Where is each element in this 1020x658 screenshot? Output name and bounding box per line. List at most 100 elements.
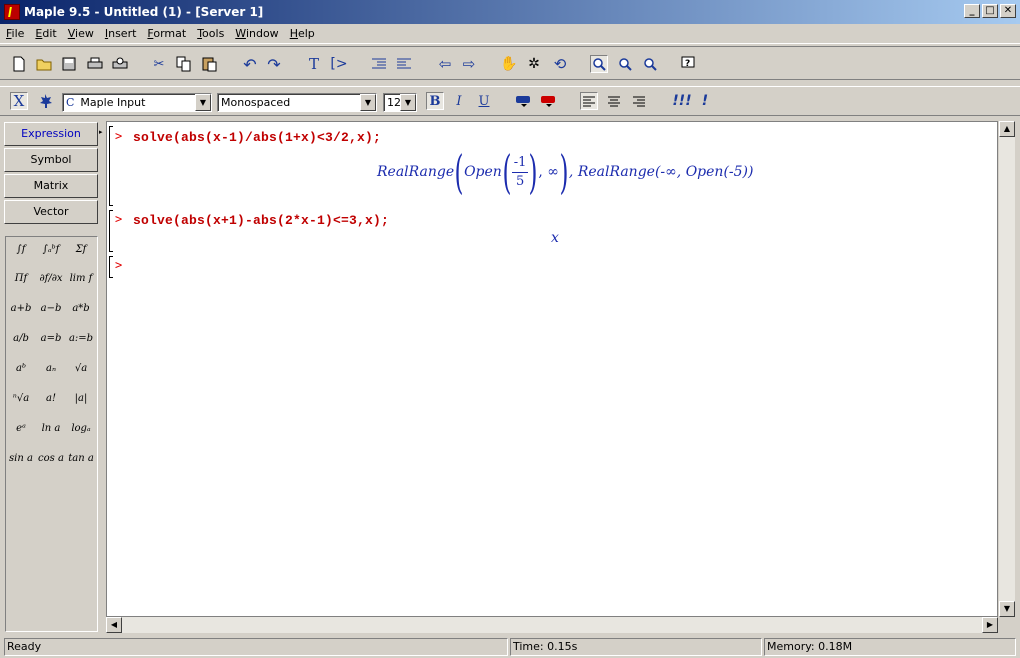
font-select[interactable]: Monospaced ▼ (217, 93, 377, 112)
scroll-up-icon[interactable]: ▲ (999, 121, 1015, 137)
execution-group-bracket[interactable] (109, 210, 113, 252)
menu-help[interactable]: Help (290, 27, 315, 40)
status-state: Ready (4, 638, 508, 656)
bold-button[interactable]: B (426, 92, 444, 110)
new-document-icon[interactable] (10, 55, 28, 73)
sqrt-symbol[interactable]: √a (67, 357, 95, 381)
context-help-icon[interactable]: ? (681, 55, 699, 73)
add-symbol[interactable]: a+b (7, 297, 35, 321)
chevron-down-icon[interactable]: ▼ (400, 94, 416, 111)
print-icon[interactable] (86, 55, 104, 73)
undo-icon[interactable]: ↶ (241, 55, 259, 74)
abs-symbol[interactable]: |a| (67, 387, 95, 411)
subscript-symbol[interactable]: aₙ (37, 357, 65, 381)
maple-leaf-icon[interactable] (36, 92, 54, 110)
worksheet[interactable]: > solve(abs(x-1)/abs(1+x)<3/2,x); RealRa… (106, 121, 998, 617)
maximize-button[interactable]: □ (982, 4, 998, 18)
panel-splitter[interactable]: ▸ (99, 122, 104, 632)
label-style-icon[interactable] (540, 92, 558, 110)
product-symbol[interactable]: Πf (7, 267, 35, 291)
redo-icon[interactable]: ↷ (265, 55, 283, 74)
outdent-icon[interactable] (395, 55, 413, 73)
close-button[interactable]: ✕ (1000, 4, 1016, 18)
factorial-symbol[interactable]: a! (37, 387, 65, 411)
power-symbol[interactable]: aᵇ (7, 357, 35, 381)
assign-symbol[interactable]: a:=b (67, 327, 95, 351)
menu-window[interactable]: Window (235, 27, 278, 40)
prompt[interactable]: > (115, 258, 122, 272)
limit-symbol[interactable]: lim f (67, 267, 95, 291)
arrow-right-icon[interactable]: ⇨ (460, 55, 478, 73)
scroll-right-icon[interactable]: ▶ (982, 617, 998, 633)
align-center-icon[interactable] (605, 92, 623, 110)
horizontal-scrollbar[interactable]: ◀ ▶ (106, 617, 998, 633)
hand-icon[interactable]: ✋ (500, 55, 518, 73)
definite-integral-symbol[interactable]: ∫ₐᵇf (37, 238, 65, 262)
prompt: > (115, 212, 123, 226)
chevron-down-icon[interactable]: ▼ (195, 94, 211, 111)
tan-symbol[interactable]: tan a (67, 447, 95, 471)
math-mode-button[interactable]: X (10, 92, 28, 110)
bullet-style-icon[interactable] (515, 92, 533, 110)
font-value: Monospaced (221, 96, 291, 109)
insert-prompt-icon[interactable]: [> (330, 55, 348, 73)
align-right-icon[interactable] (630, 92, 648, 110)
cos-symbol[interactable]: cos a (37, 447, 65, 471)
cut-icon[interactable]: ✂ (150, 55, 168, 73)
integral-symbol[interactable]: ∫f (7, 238, 35, 262)
sin-symbol[interactable]: sin a (7, 447, 35, 471)
zoom-100-icon[interactable] (590, 55, 608, 73)
paste-icon[interactable] (201, 55, 219, 73)
exp-symbol[interactable]: eᵃ (7, 417, 35, 441)
vertical-scrollbar[interactable]: ▲ ▼ (998, 121, 1015, 617)
indent-icon[interactable] (370, 55, 388, 73)
arrow-left-icon[interactable]: ⇦ (436, 55, 454, 73)
status-memory: Memory: 0.18M (764, 638, 1016, 656)
output-infinity: , ∞ (538, 164, 559, 180)
minimize-button[interactable]: _ (964, 4, 980, 18)
menu-format[interactable]: Format (147, 27, 186, 40)
derivative-symbol[interactable]: ∂f/∂x (37, 267, 65, 291)
collapse-arrow-icon[interactable]: ▸ (99, 128, 103, 136)
menu-insert[interactable]: Insert (105, 27, 137, 40)
sum-symbol[interactable]: Σf (67, 238, 95, 262)
multiply-symbol[interactable]: a*b (67, 297, 95, 321)
italic-button[interactable]: I (450, 92, 468, 110)
execute-group-button[interactable]: ! (696, 92, 714, 110)
execute-worksheet-button[interactable]: !!! (670, 92, 694, 110)
palette-expression-button[interactable]: Expression (4, 122, 98, 146)
input-line-1[interactable]: solve(abs(x-1)/abs(1+x)<3/2,x); (133, 130, 381, 145)
ln-symbol[interactable]: ln a (37, 417, 65, 441)
restart-icon[interactable]: ⟲ (551, 55, 569, 73)
palette-vector-button[interactable]: Vector (4, 200, 98, 224)
execution-group-bracket[interactable] (109, 126, 113, 206)
zoom-150-icon[interactable] (616, 55, 634, 73)
underline-button[interactable]: U (475, 92, 493, 110)
execution-group-bracket[interactable] (109, 256, 113, 278)
size-select[interactable]: 12 ▼ (383, 93, 417, 112)
chevron-down-icon[interactable]: ▼ (360, 94, 376, 111)
scroll-left-icon[interactable]: ◀ (106, 617, 122, 633)
scroll-down-icon[interactable]: ▼ (999, 601, 1015, 617)
text-mode-icon[interactable]: T (305, 55, 323, 73)
open-folder-icon[interactable] (36, 55, 54, 73)
nth-root-symbol[interactable]: ⁿ√a (7, 387, 35, 411)
menu-view[interactable]: View (68, 27, 94, 40)
equals-symbol[interactable]: a=b (37, 327, 65, 351)
print-preview-icon[interactable] (111, 55, 129, 73)
style-select[interactable]: C Maple Input ▼ (62, 93, 212, 112)
copy-icon[interactable] (175, 55, 193, 73)
menu-file[interactable]: File (6, 27, 24, 40)
palette-symbol-button[interactable]: Symbol (4, 148, 98, 172)
align-left-icon[interactable] (580, 92, 598, 110)
input-line-2[interactable]: solve(abs(x+1)-abs(2*x-1)<=3,x); (133, 213, 389, 228)
log-symbol[interactable]: logₐ (67, 417, 95, 441)
divide-symbol[interactable]: a/b (7, 327, 35, 351)
palette-matrix-button[interactable]: Matrix (4, 174, 98, 198)
debug-icon[interactable]: ✲ (525, 55, 543, 73)
menu-tools[interactable]: Tools (197, 27, 224, 40)
save-icon[interactable] (60, 55, 78, 73)
menu-edit[interactable]: Edit (35, 27, 56, 40)
zoom-200-icon[interactable] (641, 55, 659, 73)
subtract-symbol[interactable]: a−b (37, 297, 65, 321)
